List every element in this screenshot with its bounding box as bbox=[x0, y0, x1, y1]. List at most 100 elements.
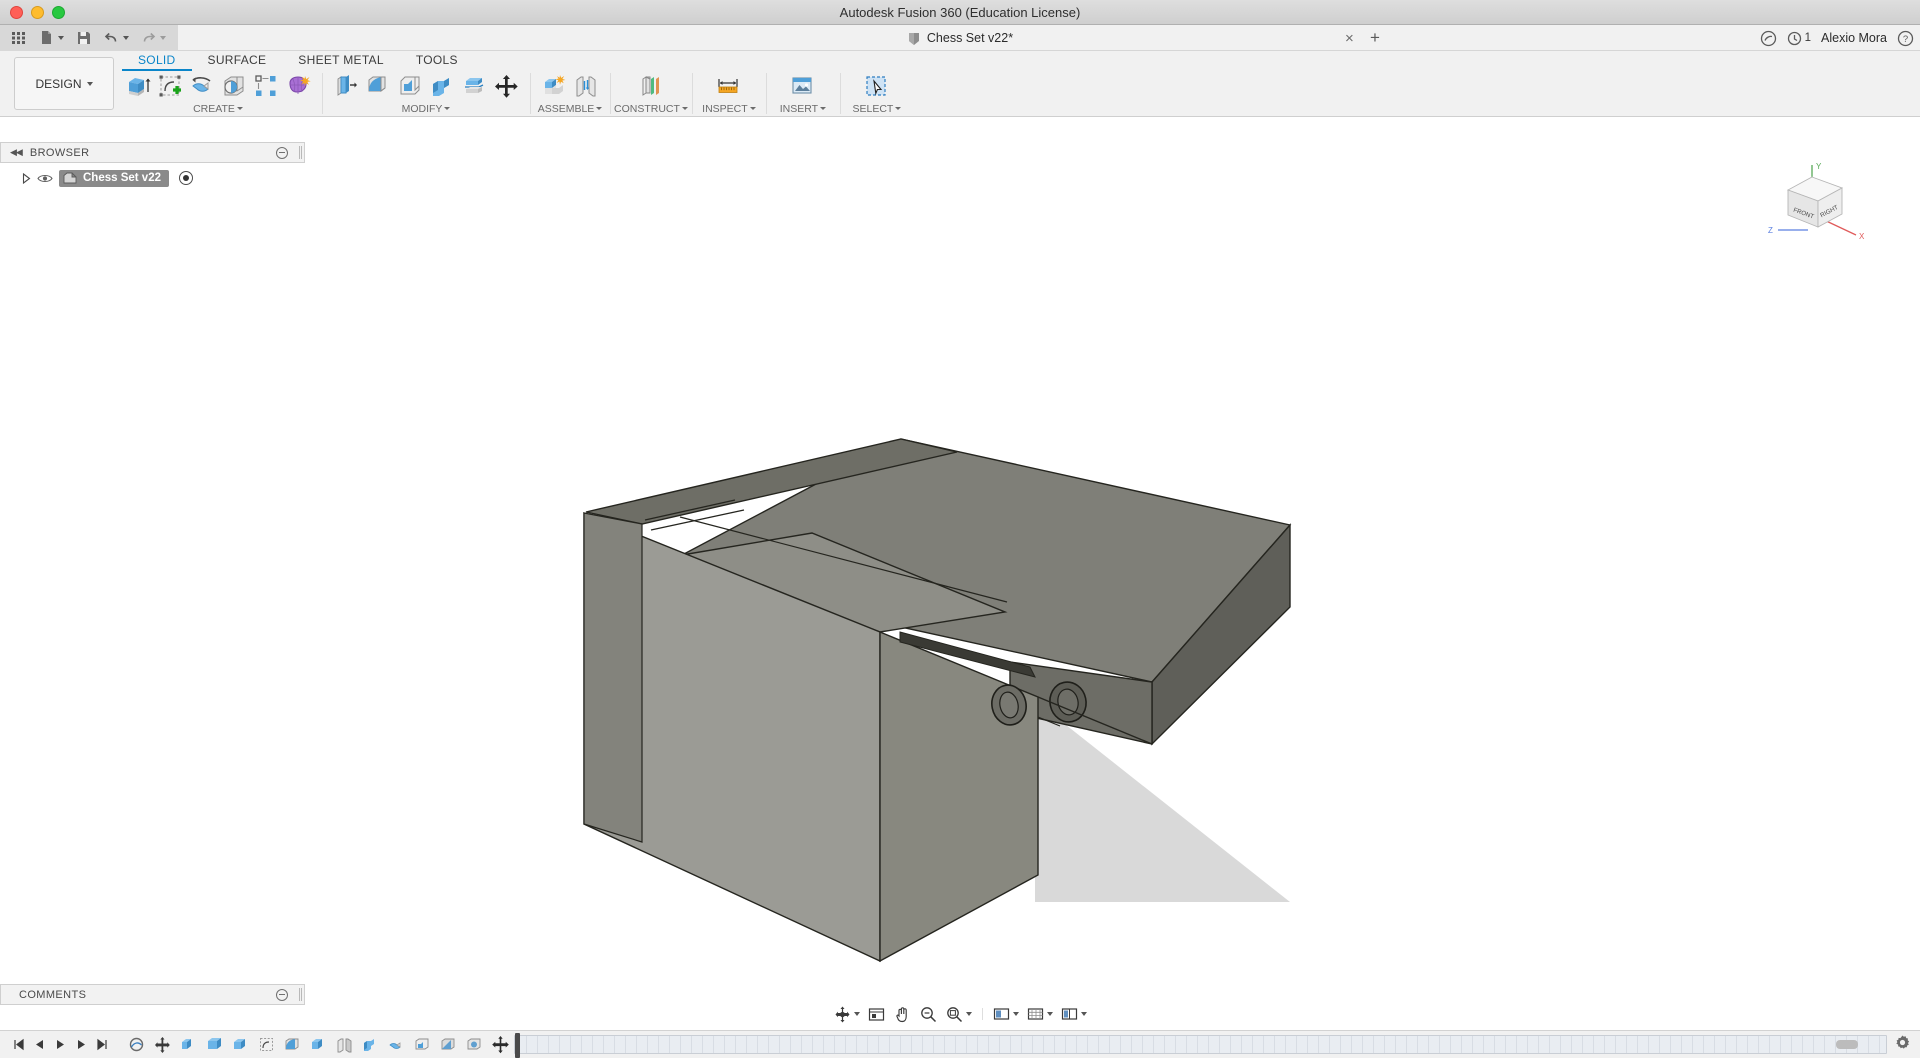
zoom-window-button[interactable] bbox=[52, 6, 65, 19]
panel-assemble-label[interactable]: ASSEMBLE bbox=[538, 101, 603, 116]
eye-icon[interactable] bbox=[36, 171, 54, 185]
panel-construct-label[interactable]: CONSTRUCT bbox=[614, 101, 688, 116]
timeline-feature-extrude-2[interactable] bbox=[202, 1034, 226, 1056]
window-title-bar: Autodesk Fusion 360 (Education License) bbox=[0, 0, 1920, 25]
tab-surface[interactable]: SURFACE bbox=[192, 51, 283, 71]
revolve-tool-button[interactable] bbox=[187, 72, 217, 101]
panel-assemble: ASSEMBLE bbox=[530, 71, 610, 116]
viewports-button[interactable] bbox=[1057, 1002, 1090, 1026]
timeline-end-marker[interactable] bbox=[515, 1033, 520, 1058]
file-icon bbox=[42, 31, 51, 44]
skip-end-button[interactable] bbox=[94, 1036, 110, 1054]
window-traffic-lights[interactable] bbox=[10, 0, 65, 25]
close-document-tab-button[interactable]: × bbox=[1345, 25, 1354, 51]
create-sketch-tool-button[interactable] bbox=[155, 72, 185, 101]
undo-button[interactable] bbox=[99, 27, 133, 49]
workspace-switcher-button[interactable]: DESIGN bbox=[14, 57, 114, 110]
timeline-feature-extrude-1[interactable] bbox=[176, 1034, 200, 1056]
chevron-down-icon bbox=[1081, 1012, 1087, 1016]
timeline-feature-extrude-4[interactable] bbox=[306, 1034, 330, 1056]
timeline-feature-sketch-2[interactable] bbox=[254, 1034, 278, 1056]
skip-start-button[interactable] bbox=[10, 1036, 26, 1054]
measure-tool-button[interactable] bbox=[714, 72, 744, 101]
timeline-feature-revolve[interactable] bbox=[384, 1034, 408, 1056]
notifications-button[interactable]: 1 bbox=[1787, 31, 1811, 46]
offset-plane-tool-button[interactable] bbox=[636, 72, 666, 101]
press-pull-tool-button[interactable] bbox=[331, 72, 361, 101]
browser-collapse-button[interactable] bbox=[276, 146, 288, 159]
create-form-tool-button[interactable] bbox=[283, 72, 313, 101]
split-face-icon bbox=[464, 77, 483, 93]
panel-insert-label[interactable]: INSERT bbox=[780, 101, 827, 116]
minimize-window-button[interactable] bbox=[31, 6, 44, 19]
timeline-feature-hole[interactable] bbox=[462, 1034, 486, 1056]
redo-button[interactable] bbox=[136, 27, 170, 49]
orbit-button[interactable] bbox=[830, 1002, 863, 1026]
zoom-button[interactable] bbox=[916, 1002, 941, 1026]
timeline-feature-sketch[interactable] bbox=[124, 1034, 148, 1056]
sweep-tool-button[interactable] bbox=[219, 72, 249, 101]
timeline-feature-move[interactable] bbox=[150, 1034, 174, 1056]
panel-create-label[interactable]: CREATE bbox=[193, 101, 243, 116]
timeline-settings-button[interactable] bbox=[1894, 1034, 1911, 1056]
split-face-tool-button[interactable] bbox=[459, 72, 489, 101]
file-menu-button[interactable] bbox=[34, 27, 68, 49]
tab-tools[interactable]: TOOLS bbox=[400, 51, 474, 71]
browser-node-chess-set[interactable]: Chess Set v22 bbox=[59, 169, 169, 187]
display-settings-button[interactable] bbox=[989, 1002, 1022, 1026]
extrude-tool-button[interactable] bbox=[123, 72, 153, 101]
look-at-icon bbox=[868, 1007, 885, 1021]
new-component-tool-button[interactable] bbox=[539, 72, 569, 101]
close-window-button[interactable] bbox=[10, 6, 23, 19]
save-button[interactable] bbox=[71, 27, 96, 49]
browser-root-row[interactable]: Chess Set v22 bbox=[4, 169, 305, 187]
viewport-canvas[interactable]: Y Z X FRONT RIGHT bbox=[0, 142, 1920, 998]
tab-sheet-metal[interactable]: SHEET METAL bbox=[282, 51, 400, 71]
tab-solid[interactable]: SOLID bbox=[122, 51, 192, 71]
move-copy-tool-button[interactable] bbox=[491, 72, 521, 101]
browser-resize-grip[interactable] bbox=[299, 146, 302, 159]
grid-snap-button[interactable] bbox=[1023, 1002, 1056, 1026]
quick-access-left-group bbox=[0, 24, 178, 51]
play-button[interactable] bbox=[52, 1036, 68, 1054]
step-back-button[interactable] bbox=[31, 1036, 47, 1054]
chevron-down-icon bbox=[58, 35, 64, 40]
select-tool-button[interactable] bbox=[862, 72, 892, 101]
look-at-button[interactable] bbox=[864, 1002, 889, 1026]
timeline-feature-chamfer[interactable] bbox=[436, 1034, 460, 1056]
fillet-tool-button[interactable] bbox=[363, 72, 393, 101]
chevron-down-icon bbox=[854, 1012, 860, 1016]
new-document-tab-button[interactable]: + bbox=[1370, 25, 1380, 51]
step-forward-button[interactable] bbox=[73, 1036, 89, 1054]
timeline-track[interactable] bbox=[514, 1033, 1887, 1058]
panel-select-label[interactable]: SELECT bbox=[852, 101, 902, 116]
model-3d-body[interactable] bbox=[0, 142, 1920, 998]
timeline-feature-mirror[interactable] bbox=[332, 1034, 356, 1056]
user-name-label[interactable]: Alexio Mora bbox=[1821, 31, 1887, 45]
timeline-feature-extrude-3[interactable] bbox=[228, 1034, 252, 1056]
radio-dot-icon[interactable] bbox=[179, 171, 193, 185]
view-cube[interactable]: Y Z X FRONT RIGHT bbox=[1760, 157, 1885, 267]
zoom-fit-button[interactable] bbox=[942, 1002, 975, 1026]
panel-inspect-label[interactable]: INSPECT bbox=[702, 101, 756, 116]
timeline-feature-combine[interactable] bbox=[358, 1034, 382, 1056]
timeline-scroll-thumb[interactable] bbox=[1836, 1040, 1858, 1049]
insert-image-tool-button[interactable] bbox=[788, 72, 818, 101]
shell-tool-button[interactable] bbox=[395, 72, 425, 101]
show-data-panel-button[interactable] bbox=[6, 27, 31, 49]
collapse-browser-icon[interactable]: ◀◀ bbox=[10, 147, 23, 158]
pattern-tool-button[interactable] bbox=[251, 72, 281, 101]
timeline-feature-move-2[interactable] bbox=[488, 1034, 512, 1056]
create-form-icon bbox=[288, 75, 311, 94]
pan-button[interactable] bbox=[890, 1002, 915, 1026]
combine-tool-button[interactable] bbox=[427, 72, 457, 101]
help-icon[interactable]: ? bbox=[1897, 30, 1914, 47]
document-tab[interactable]: Chess Set v22* bbox=[907, 31, 1013, 46]
panel-modify-label[interactable]: MODIFY bbox=[402, 101, 451, 116]
create-sketch-icon bbox=[159, 75, 181, 96]
joint-tool-button[interactable] bbox=[571, 72, 601, 101]
triangle-right-icon[interactable] bbox=[22, 172, 31, 184]
timeline-feature-fillet[interactable] bbox=[280, 1034, 304, 1056]
extensions-icon[interactable] bbox=[1760, 30, 1777, 47]
timeline-feature-shell[interactable] bbox=[410, 1034, 434, 1056]
